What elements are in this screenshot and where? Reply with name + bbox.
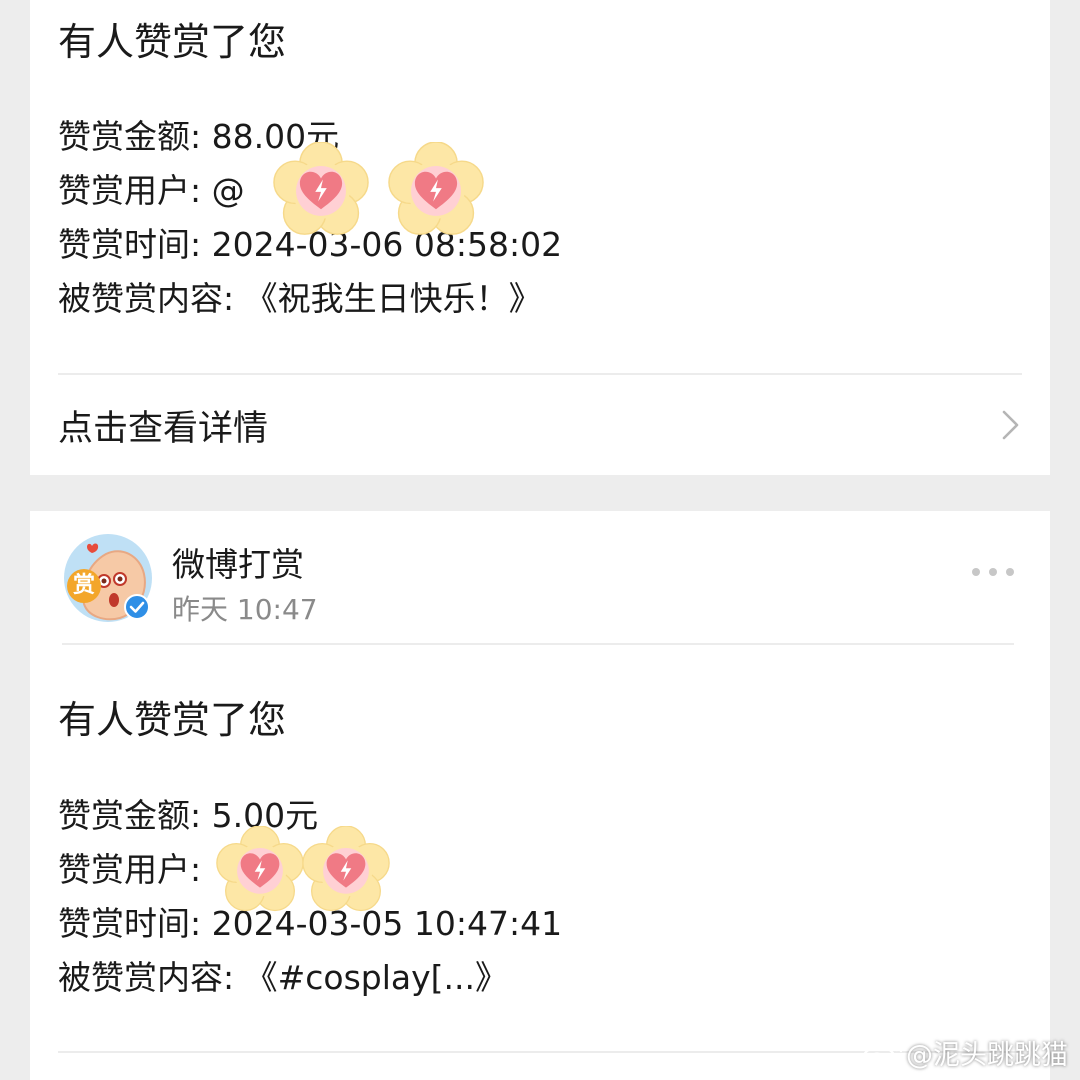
weibo-logo-icon <box>862 1036 902 1068</box>
rewarded-content-label: 被赞赏内容: <box>58 958 245 997</box>
privacy-sticker-icon <box>216 826 304 914</box>
reward-notification-card: 有人赞赏了您 赞赏金额: 88.00元 赞赏用户: @ 赞赏时间: 2024-0… <box>30 0 1050 475</box>
view-details-label: 点击查看详情 <box>58 408 269 449</box>
rewarded-content-row: 被赞赏内容: 《祝我生日快乐！》 <box>58 272 562 326</box>
reward-user-value: @ <box>211 171 245 210</box>
reward-notification-card: 赏 微博打赏 昨天 10:47 有人赞赏了您 赞赏金额: 5.00元 赞赏用户:… <box>30 511 1050 1080</box>
privacy-sticker-icon <box>388 142 484 238</box>
privacy-sticker-icon <box>302 826 390 914</box>
privacy-sticker-icon <box>273 142 369 238</box>
view-details-link[interactable]: 点击查看详情 <box>30 375 1050 475</box>
reward-user-label: 赞赏用户: <box>58 850 212 889</box>
notification-title: 有人赞赏了您 <box>58 20 287 64</box>
reward-time-label: 赞赏时间: <box>58 225 212 264</box>
chevron-right-icon <box>1002 410 1019 440</box>
notification-title: 有人赞赏了您 <box>58 698 287 742</box>
account-name[interactable]: 微博打赏 <box>172 538 304 586</box>
watermark-text: @泥头跳跳猫 <box>906 1040 1068 1071</box>
reward-amount-label: 赞赏金额: <box>58 117 212 156</box>
rewarded-content-row: 被赞赏内容: 《#cosplay[...》 <box>58 951 562 1005</box>
reward-time-value: 2024-03-06 08:58:02 <box>211 225 563 264</box>
reward-amount-label: 赞赏金额: <box>58 796 212 835</box>
avatar-badge-text: 赏 <box>72 573 95 598</box>
message-timestamp: 昨天 10:47 <box>172 593 318 626</box>
rewarded-content-label: 被赞赏内容: <box>58 279 245 318</box>
rewarded-content-value: 《祝我生日快乐！》 <box>244 279 542 318</box>
rewarded-content-value: 《#cosplay[...》 <box>244 958 508 997</box>
account-avatar[interactable]: 赏 <box>64 534 152 622</box>
reward-user-label: 赞赏用户: <box>58 171 212 210</box>
more-options-icon[interactable] <box>972 568 1014 576</box>
reward-time-label: 赞赏时间: <box>58 904 212 943</box>
divider <box>62 643 1014 645</box>
weibo-watermark: @泥头跳跳猫 <box>862 1033 1068 1072</box>
verified-badge-icon <box>124 594 150 620</box>
